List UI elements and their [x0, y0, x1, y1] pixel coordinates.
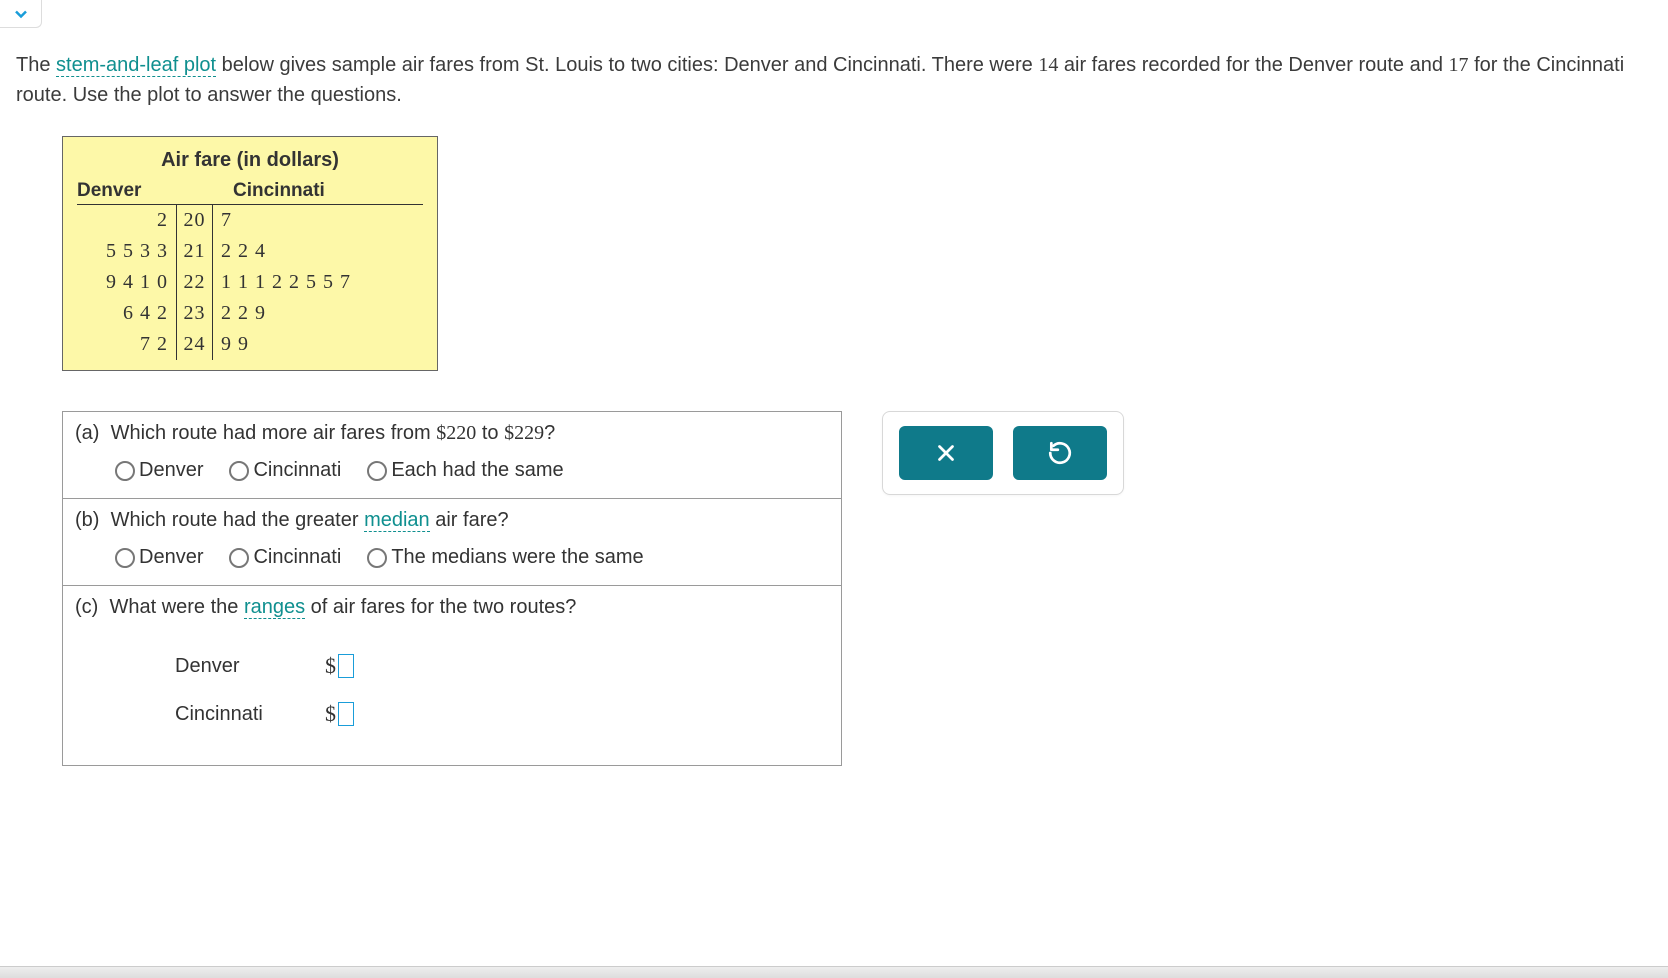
scrollbar-bottom[interactable] [0, 966, 1668, 978]
close-icon [933, 440, 959, 466]
radio-a-cincinnati[interactable]: Cincinnati [229, 459, 341, 482]
input-cincinnati-range[interactable] [338, 702, 354, 726]
stemleaf-row: 6 4 2 23 2 2 9 [77, 298, 423, 329]
header-denver: Denver [77, 180, 187, 202]
link-ranges[interactable]: ranges [244, 596, 305, 619]
stemleaf-row: 2 20 7 [77, 204, 423, 236]
actions-panel [882, 411, 1124, 495]
stemleaf-row: 5 5 3 3 21 2 2 4 [77, 236, 423, 267]
range-row-denver: Denver $ [175, 653, 829, 679]
link-median[interactable]: median [364, 509, 430, 532]
plot-title: Air fare (in dollars) [77, 147, 423, 180]
radio-icon [115, 548, 135, 568]
expand-toggle[interactable] [0, 0, 42, 28]
radio-a-denver[interactable]: Denver [115, 459, 203, 482]
intro-text: The stem-and-leaf plot below gives sampl… [16, 50, 1652, 110]
radio-icon [115, 461, 135, 481]
stem-leaf-plot: Air fare (in dollars) Denver Cincinnati … [62, 136, 438, 371]
radio-icon [229, 548, 249, 568]
range-row-cincinnati: Cincinnati $ [175, 701, 829, 727]
questions-panel: (a) Which route had more air fares from … [62, 411, 842, 766]
header-cincinnati: Cincinnati [233, 180, 325, 202]
question-b: (b) Which route had the greater median a… [63, 499, 841, 586]
question-c: (c) What were the ranges of air fares fo… [63, 586, 841, 765]
radio-a-same[interactable]: Each had the same [367, 459, 563, 482]
radio-b-cincinnati[interactable]: Cincinnati [229, 546, 341, 569]
reset-button[interactable] [1013, 426, 1107, 480]
radio-b-same[interactable]: The medians were the same [367, 546, 643, 569]
question-a: (a) Which route had more air fares from … [63, 412, 841, 499]
radio-icon [229, 461, 249, 481]
radio-icon [367, 461, 387, 481]
close-button[interactable] [899, 426, 993, 480]
stemleaf-row: 7 2 24 9 9 [77, 329, 423, 360]
undo-icon [1047, 440, 1073, 466]
chevron-down-icon [11, 4, 31, 24]
stemleaf-row: 9 4 1 0 22 1 1 1 2 2 5 5 7 [77, 267, 423, 298]
radio-b-denver[interactable]: Denver [115, 546, 203, 569]
link-stem-and-leaf[interactable]: stem-and-leaf plot [56, 54, 216, 77]
radio-icon [367, 548, 387, 568]
input-denver-range[interactable] [338, 654, 354, 678]
